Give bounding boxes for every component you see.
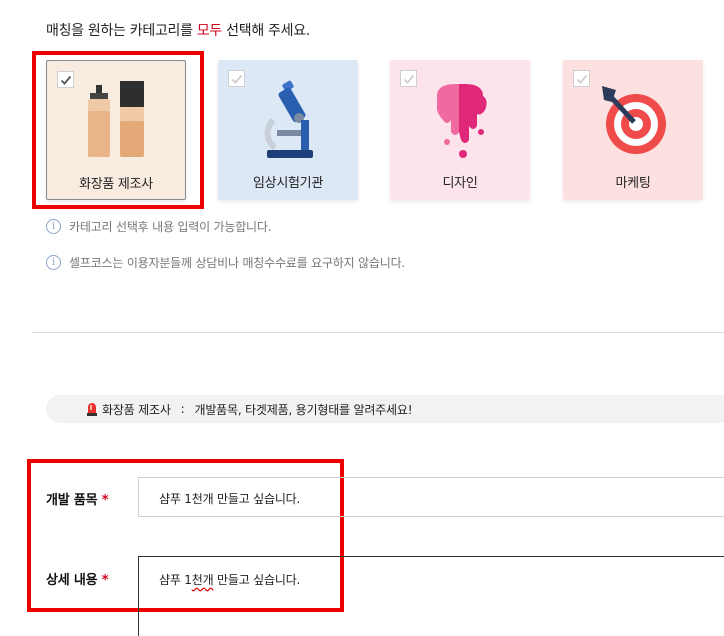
check-icon — [231, 74, 243, 84]
detail-field-label: 상세 내용 * — [46, 569, 109, 588]
category-card-marketing[interactable]: 마케팅 — [563, 60, 703, 200]
category-card-clinical[interactable]: 임상시험기관 — [218, 60, 358, 200]
category-label: 마케팅 — [615, 176, 651, 191]
target-dart-icon — [602, 86, 666, 154]
instruction-highlight: 모두 — [196, 23, 223, 39]
detail-textarea[interactable]: 샴푸 1천개 만들고 싶습니다. — [138, 556, 724, 636]
product-label-text: 개발 품목 — [46, 493, 98, 508]
product-input[interactable]: 샴푸 1천개 만들고 싶습니다. — [138, 477, 724, 517]
notice-separator: : — [180, 402, 185, 416]
detail-text-c: 만들고 싶습니다. — [213, 573, 301, 587]
required-mark: * — [101, 493, 109, 508]
category-notice-bar: 화장품 제조사 : 개발품목, 타겟제품, 용기형태를 알려주세요! — [46, 395, 724, 423]
siren-lamp-icon — [87, 403, 97, 416]
section-divider — [32, 332, 724, 333]
category-label: 디자인 — [442, 176, 478, 191]
category-label: 임상시험기관 — [253, 176, 323, 191]
notice-message: 개발품목, 타겟제품, 용기형태를 알려주세요! — [194, 402, 413, 417]
info-text: 카테고리 선택후 내용 입력이 가능합니다. — [69, 220, 272, 234]
check-icon — [403, 74, 415, 84]
info-icon: i — [46, 255, 61, 270]
category-checkbox[interactable] — [400, 70, 417, 87]
instruction-text-end: 선택해 주세요. — [222, 23, 310, 39]
category-instruction: 매칭을 원하는 카테고리를 모두 선택해 주세요. — [46, 20, 310, 40]
notice-category: 화장품 제조사 — [102, 402, 171, 417]
info-line-1: i 카테고리 선택후 내용 입력이 가능합니다. — [46, 218, 272, 235]
required-mark: * — [101, 573, 109, 588]
info-line-2: i 셀프코스는 이용자분들께 상담비나 매칭수수료를 요구하지 않습니다. — [46, 254, 405, 271]
detail-text-a: 샴푸 1 — [159, 573, 192, 587]
info-text: 셀프코스는 이용자분들께 상담비나 매칭수수료를 요구하지 않습니다. — [69, 256, 406, 270]
instruction-text: 매칭을 원하는 카테고리를 — [46, 23, 197, 39]
paint-drip-icon — [437, 84, 487, 158]
info-icon: i — [46, 219, 61, 234]
category-checkbox[interactable] — [573, 70, 590, 87]
check-icon — [576, 74, 588, 84]
microscope-icon — [264, 80, 313, 158]
spellcheck-text: 천개 — [191, 573, 214, 587]
highlight-box-category — [32, 51, 204, 209]
product-field-label: 개발 품목 * — [46, 489, 109, 508]
category-card-design[interactable]: 디자인 — [390, 60, 530, 200]
category-checkbox[interactable] — [228, 70, 245, 87]
detail-label-text: 상세 내용 — [46, 573, 98, 588]
